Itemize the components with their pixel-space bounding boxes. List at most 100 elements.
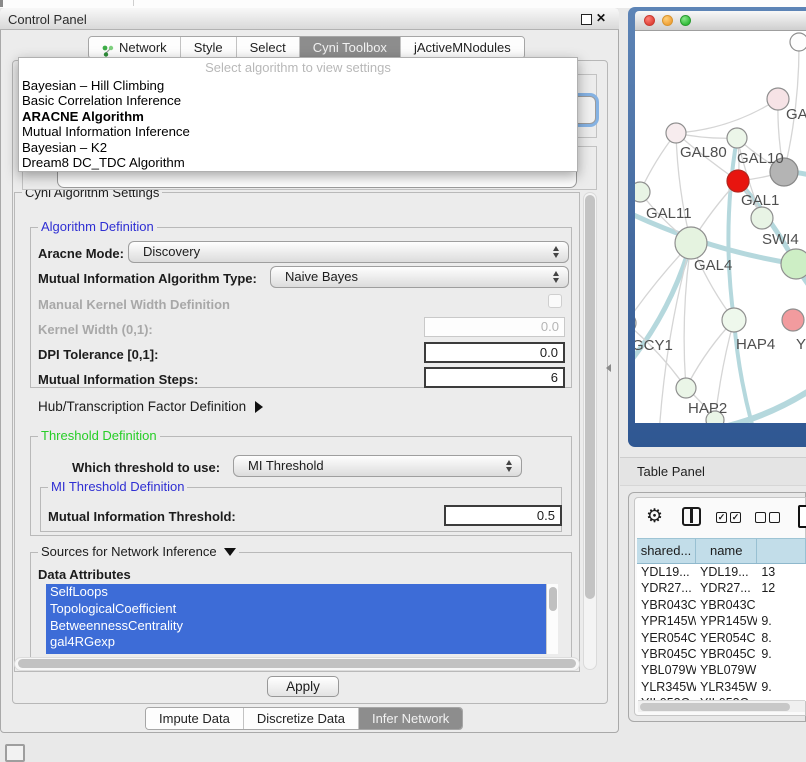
table-row[interactable]: YPR145WYPR145W9. — [637, 613, 806, 629]
table-cell: YPR145W — [696, 613, 757, 629]
network-edge[interactable] — [676, 99, 778, 133]
network-node-label: HAP4 — [736, 336, 775, 353]
bottom-tab-discretize-data[interactable]: Discretize Data — [243, 708, 358, 729]
table-row[interactable]: YBR045CYBR045C9. — [637, 646, 806, 662]
threshold-definition-title: Threshold Definition — [38, 429, 160, 442]
apply-button[interactable]: Apply — [267, 676, 339, 697]
bottom-tab-infer-network[interactable]: Infer Network — [358, 708, 462, 729]
top-tick — [133, 0, 134, 6]
network-graph[interactable]: GALGAL80GAL10GAL1GAL11SWI4GAL4GCY1HAP4YH… — [635, 31, 806, 423]
data-attributes-list[interactable]: SelfLoopsTopologicalCoefficientBetweenne… — [46, 584, 546, 654]
split-pane-collapse-icon[interactable] — [606, 364, 611, 372]
table-column-header[interactable]: shared... — [637, 539, 696, 563]
table-row[interactable]: YBR043CYBR043C — [637, 597, 806, 613]
network-node-gal11[interactable] — [635, 182, 650, 202]
select-all-checkboxes-icon[interactable]: ✓ ✓ — [716, 512, 741, 523]
table-row[interactable]: YDL19...YDL19...13 — [637, 564, 806, 580]
gear-icon[interactable]: ⚙ — [646, 505, 663, 529]
network-node-gal1[interactable] — [727, 170, 749, 192]
collapsed-panel-icon[interactable] — [5, 744, 25, 762]
attribute-list-item[interactable]: SelfLoops — [46, 584, 546, 601]
table-cell: YLR345W — [696, 679, 757, 695]
algorithm-option[interactable]: Mutual Information Inference — [19, 124, 577, 139]
network-edge[interactable] — [635, 323, 686, 388]
aracne-mode-label: Aracne Mode: — [38, 246, 124, 261]
algorithm-dropdown-popup: Select algorithm to view settings Bayesi… — [18, 57, 578, 172]
close-traffic-light-icon[interactable] — [644, 15, 655, 26]
data-attributes-label: Data Attributes — [38, 567, 131, 582]
attribute-list-item[interactable]: gal4RGexp — [46, 634, 546, 651]
tab-label: Network — [119, 37, 167, 58]
mi-threshold-definition-title: MI Threshold Definition — [48, 480, 187, 493]
network-node-gal80[interactable] — [666, 123, 686, 143]
network-canvas[interactable]: GALGAL80GAL10GAL1GAL11SWI4GAL4GCY1HAP4YH… — [635, 31, 806, 423]
network-node-y[interactable] — [782, 309, 804, 331]
attribute-list-item[interactable]: BetweennessCentrality — [46, 618, 546, 635]
network-node-gal10[interactable] — [727, 128, 747, 148]
which-threshold-combobox[interactable]: MI Threshold — [233, 455, 522, 477]
document-icon[interactable] — [798, 505, 806, 528]
hub-definition-expander[interactable]: Hub/Transcription Factor Definition — [38, 399, 263, 414]
table-row[interactable]: YER054CYER054C8. — [637, 630, 806, 646]
table-cell: 8. — [757, 630, 806, 646]
table-header-row: shared...name — [637, 538, 806, 564]
dpi-tolerance-label: DPI Tolerance [0,1]: — [38, 347, 158, 362]
network-node-swi4[interactable] — [751, 207, 773, 229]
tab-cyni-toolbox[interactable]: Cyni Toolbox — [299, 37, 400, 58]
settings-hscrollbar-thumb[interactable] — [18, 659, 576, 668]
deselect-all-checkboxes-icon[interactable] — [755, 512, 780, 523]
mi-type-combobox[interactable]: Naive Bayes — [270, 266, 569, 288]
tab-network[interactable]: Network — [89, 37, 180, 58]
tab-select[interactable]: Select — [236, 37, 299, 58]
table-row[interactable]: YDR27...YDR27...12 — [637, 580, 806, 596]
tab-style[interactable]: Style — [180, 37, 236, 58]
tab-jactivemnodules[interactable]: jActiveMNodules — [400, 37, 524, 58]
attributes-scrollbar-thumb[interactable] — [549, 587, 557, 611]
which-threshold-label: Which threshold to use: — [72, 460, 220, 475]
network-node[interactable] — [781, 249, 806, 279]
dpi-tolerance-field[interactable]: 0.0 — [424, 342, 565, 363]
algorithm-option[interactable]: Bayesian – Hill Climbing — [19, 78, 577, 93]
manual-kernel-checkbox[interactable] — [548, 294, 562, 308]
expanded-arrow-icon[interactable] — [224, 548, 236, 556]
table-cell: YBL079W — [696, 662, 757, 678]
network-node[interactable] — [790, 33, 806, 51]
table-cell: YBR043C — [696, 597, 757, 613]
aracne-mode-combobox[interactable]: Discovery — [128, 241, 569, 263]
network-edge[interactable] — [728, 138, 737, 320]
algorithm-option[interactable]: Bayesian – K2 — [19, 140, 577, 155]
network-window-titlebar[interactable] — [635, 11, 806, 31]
network-node-label: Y — [796, 336, 806, 353]
mi-threshold-field[interactable]: 0.5 — [444, 505, 562, 526]
checked-box-icon: ✓ — [730, 512, 741, 523]
settings-horizontal-scrollbar[interactable] — [14, 657, 580, 671]
control-panel-title: Control Panel — [8, 11, 87, 28]
bottom-tab-impute-data[interactable]: Impute Data — [146, 708, 243, 729]
algorithm-option[interactable]: Basic Correlation Inference — [19, 93, 577, 108]
mi-steps-field[interactable]: 6 — [424, 367, 565, 388]
algorithm-option[interactable]: ARACNE Algorithm — [19, 109, 577, 124]
network-node-gal4[interactable] — [675, 227, 707, 259]
attributes-list-scrollbar[interactable] — [546, 584, 558, 654]
table-hscrollbar-thumb[interactable] — [640, 703, 790, 711]
zoom-traffic-light-icon[interactable] — [680, 15, 691, 26]
columns-icon[interactable] — [682, 507, 701, 526]
table-horizontal-scrollbar[interactable] — [638, 700, 805, 712]
close-icon[interactable]: ✕ — [596, 11, 606, 25]
minimize-traffic-light-icon[interactable] — [662, 15, 673, 26]
kernel-width-field[interactable]: 0.0 — [424, 317, 565, 337]
table-column-header[interactable]: name — [696, 539, 757, 563]
attribute-list-item[interactable]: TopologicalCoefficient — [46, 601, 546, 618]
settings-vertical-scrollbar[interactable] — [583, 192, 597, 670]
network-node-hap4[interactable] — [722, 308, 746, 332]
table-row[interactable]: YLR345WYLR345W9. — [637, 679, 806, 695]
table-column-header[interactable] — [757, 539, 806, 563]
float-window-icon[interactable] — [581, 14, 592, 25]
sources-expander[interactable]: Sources for Network Inference — [38, 545, 239, 558]
settings-vscrollbar-thumb[interactable] — [585, 195, 595, 599]
network-node-hap2[interactable] — [676, 378, 696, 398]
table-row[interactable]: YBL079WYBL079W — [637, 662, 806, 678]
aracne-mode-value: Discovery — [129, 242, 553, 262]
collapsed-arrow-icon[interactable] — [255, 401, 263, 413]
algorithm-option[interactable]: Dream8 DC_TDC Algorithm — [19, 155, 577, 170]
